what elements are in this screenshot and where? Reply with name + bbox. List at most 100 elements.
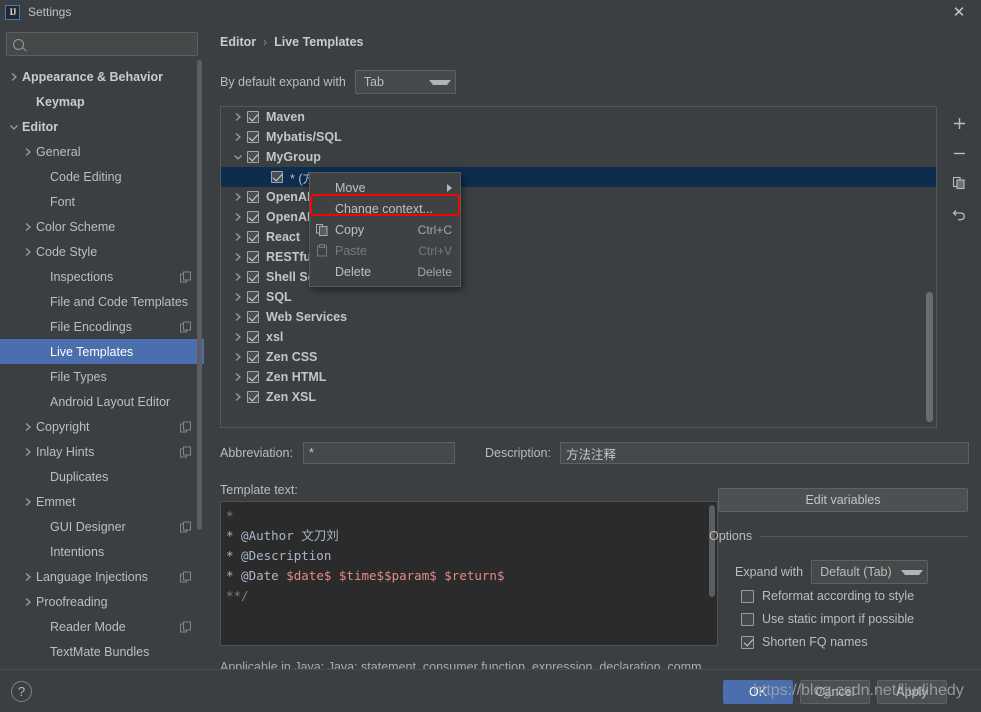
template-tree-row[interactable]: SQL [221,287,936,307]
revert-template-icon[interactable] [946,198,972,228]
context-menu[interactable]: Move Change context... Copy Ctrl+C Paste Ctrl… [309,172,461,287]
apply-button[interactable]: Apply [877,680,947,704]
sidebar-item-code-editing[interactable]: Code Editing [0,164,204,189]
option-checkbox-use-static-import-if-possible[interactable]: Use static import if possible [741,612,914,626]
template-tree-row[interactable]: xsl [221,327,936,347]
module-badge-icon [180,571,191,582]
sidebar-item-code-style[interactable]: Code Style [0,239,204,264]
template-checkbox[interactable] [247,391,259,403]
template-text-editor[interactable]: * * @Author 文刀刘 * @Description * @Date $… [220,501,718,646]
chevron-right-icon[interactable] [229,272,247,282]
chevron-right-icon[interactable] [229,332,247,342]
chevron-right-icon[interactable] [229,212,247,222]
default-expand-dropdown[interactable]: Tab [354,70,456,94]
sidebar-item-file-encodings[interactable]: File Encodings [0,314,204,339]
chevron-right-icon[interactable] [229,132,247,142]
template-checkbox[interactable] [271,171,283,183]
expand-with-value: Default (Tab) [820,565,892,579]
help-icon[interactable]: ? [11,681,32,702]
sidebar-item-file-and-code-templates[interactable]: File and Code Templates [0,289,204,314]
template-checkbox[interactable] [247,191,259,203]
sidebar-item-duplicates[interactable]: Duplicates [0,464,204,489]
search-input[interactable] [29,37,191,51]
template-checkbox[interactable] [247,291,259,303]
template-checkbox[interactable] [247,211,259,223]
search-box[interactable] [6,32,198,56]
abbreviation-input[interactable] [302,442,455,464]
edit-variables-button[interactable]: Edit variables [718,488,968,512]
template-tree-row[interactable]: Web Services [221,307,936,327]
sidebar-item-appearance-behavior[interactable]: Appearance & Behavior [0,64,204,89]
checkbox-box[interactable] [741,635,754,649]
sidebar-item-color-scheme[interactable]: Color Scheme [0,214,204,239]
sidebar-item-font[interactable]: Font [0,189,204,214]
remove-template-button[interactable] [946,138,972,168]
template-tree-row[interactable]: Mybatis/SQL [221,127,936,147]
expand-with-dropdown[interactable]: Default (Tab) [811,560,929,584]
sidebar-item-intentions[interactable]: Intentions [0,539,204,564]
menu-item-delete[interactable]: Delete Delete [310,261,460,282]
sidebar-item-reader-mode[interactable]: Reader Mode [0,614,204,639]
sidebar-item-inlay-hints[interactable]: Inlay Hints [0,439,204,464]
template-tree-row[interactable]: Maven [221,107,936,127]
editor-scrollbar[interactable] [709,505,715,597]
cancel-button[interactable]: Cancel [800,680,870,704]
menu-item-change-context[interactable]: Change context... [310,198,460,219]
template-label: Maven [266,110,305,124]
menu-item-copy[interactable]: Copy Ctrl+C [310,219,460,240]
chevron-right-icon[interactable] [229,232,247,242]
template-checkbox[interactable] [247,331,259,343]
sidebar-item-file-types[interactable]: File Types [0,364,204,389]
template-checkbox[interactable] [247,111,259,123]
chevron-right-icon[interactable] [229,292,247,302]
sidebar-scrollbar[interactable] [197,60,202,530]
template-checkbox[interactable] [247,371,259,383]
chevron-right-icon[interactable] [229,192,247,202]
sidebar-item-keymap[interactable]: Keymap [0,89,204,114]
sidebar-item-general[interactable]: General [0,139,204,164]
chevron-right-icon[interactable] [229,372,247,382]
option-checkbox-reformat-according-to-style[interactable]: Reformat according to style [741,589,914,603]
ok-button[interactable]: OK [723,680,793,704]
chevron-down-icon[interactable] [229,153,247,161]
template-checkbox[interactable] [247,251,259,263]
close-icon[interactable]: ✕ [949,3,969,21]
sidebar-item-inspections[interactable]: Inspections [0,264,204,289]
sidebar-item-live-templates[interactable]: Live Templates [0,339,204,364]
duplicate-template-icon[interactable] [946,168,972,198]
breadcrumb-parent[interactable]: Editor [220,35,256,49]
menu-item-move[interactable]: Move [310,177,460,198]
sidebar-item-textmate-bundles[interactable]: TextMate Bundles [0,639,204,664]
tree-scrollbar[interactable] [926,292,933,422]
sidebar-item-emmet[interactable]: Emmet [0,489,204,514]
template-tree-row[interactable]: Zen CSS [221,347,936,367]
template-tree-row[interactable]: MyGroup [221,147,936,167]
checkbox-label: Reformat according to style [762,589,915,603]
sidebar-item-proofreading[interactable]: Proofreading [0,589,204,614]
option-checkbox-shorten-fq-names[interactable]: Shorten FQ names [741,635,868,649]
template-tree-row[interactable]: Zen HTML [221,367,936,387]
template-tree-row[interactable]: Zen XSL [221,387,936,407]
sidebar-item-gui-designer[interactable]: GUI Designer [0,514,204,539]
template-checkbox[interactable] [247,271,259,283]
chevron-right-icon[interactable] [229,312,247,322]
description-input[interactable] [559,442,969,464]
checkbox-box[interactable] [741,612,754,626]
sidebar-item-editor[interactable]: Editor [0,114,204,139]
template-checkbox[interactable] [247,311,259,323]
sidebar-item-android-layout-editor[interactable]: Android Layout Editor [0,389,204,414]
chevron-right-icon[interactable] [229,252,247,262]
template-checkbox[interactable] [247,351,259,363]
chevron-right-icon[interactable] [229,112,247,122]
sidebar-item-label: Font [50,194,76,209]
chevron-right-icon[interactable] [229,352,247,362]
expand-with-label: Expand with [735,565,804,579]
checkbox-box[interactable] [741,589,754,603]
template-checkbox[interactable] [247,231,259,243]
add-template-button[interactable] [946,108,972,138]
chevron-right-icon[interactable] [229,392,247,402]
template-checkbox[interactable] [247,151,259,163]
template-checkbox[interactable] [247,131,259,143]
sidebar-item-copyright[interactable]: Copyright [0,414,204,439]
sidebar-item-language-injections[interactable]: Language Injections [0,564,204,589]
